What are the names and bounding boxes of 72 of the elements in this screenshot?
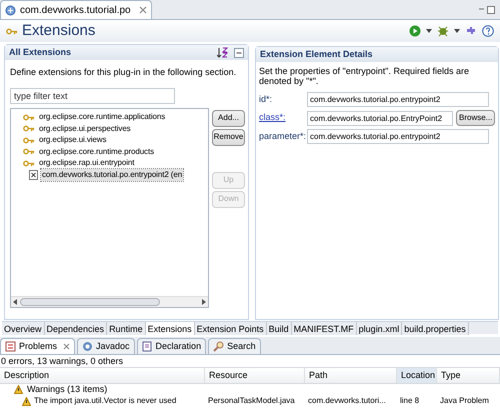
collapse-all-icon[interactable]: [234, 48, 244, 58]
page-tab[interactable]: Extension Points: [194, 322, 267, 335]
text-field[interactable]: com.devworks.tutorial.po.EntryPoint2: [307, 110, 453, 126]
page-tab[interactable]: Runtime: [107, 322, 146, 335]
field-label: parameter*:: [259, 130, 305, 143]
bug-icon[interactable]: [437, 25, 449, 37]
circle-icon: [82, 341, 94, 352]
problems-summary: 0 errors, 13 warnings, 0 others: [0, 355, 124, 367]
section-description: Define extensions for this plug-in in the following section.: [10, 66, 238, 79]
run-icon[interactable]: [409, 25, 421, 37]
key-icon: [23, 125, 35, 132]
table-cell: PersonalTaskModel.java: [208, 395, 295, 407]
field-label: id*:: [259, 92, 274, 106]
table-cell: Java Problem: [440, 395, 489, 407]
key-icon: [23, 114, 35, 121]
key-icon: [23, 148, 35, 156]
page-tab[interactable]: MANIFEST.MF: [292, 322, 357, 335]
button[interactable]: Remove: [212, 128, 245, 146]
page-tab[interactable]: Build: [266, 322, 292, 335]
column-header[interactable]: Type: [437, 368, 500, 383]
column-header[interactable]: Resource: [205, 368, 305, 383]
warning-group[interactable]: Warnings (13 items): [27, 382, 108, 396]
filter-field[interactable]: type filter text: [10, 88, 175, 104]
view-tab[interactable]: Problems: [0, 338, 76, 354]
sort-icon[interactable]: [217, 47, 228, 58]
key-icon: [23, 160, 35, 167]
tree-item[interactable]: com.devworks.tutorial.po.entrypoint2 (en: [41, 168, 184, 181]
key-icon: [6, 28, 18, 34]
tree-item[interactable]: org.eclipse.core.runtime.applications: [38, 111, 166, 124]
view-tab[interactable]: Declaration: [136, 338, 206, 354]
page-tab[interactable]: build.properties: [402, 322, 469, 335]
plugin-icon: [5, 4, 16, 16]
tree-item[interactable]: org.eclipse.ui.perspectives: [38, 122, 132, 135]
close-icon[interactable]: [138, 6, 147, 14]
key-icon: [23, 136, 35, 144]
horizontal-scrollbar[interactable]: [11, 296, 208, 306]
scroll-right-icon[interactable]: [201, 298, 206, 304]
section-title: Extension Element Details: [260, 48, 373, 61]
editor-tab[interactable]: com.devworks.tutorial.po: [0, 0, 152, 19]
class-link[interactable]: class*:: [259, 111, 305, 125]
page-title: Extensions: [22, 20, 96, 41]
close-icon[interactable]: [63, 343, 70, 350]
column-header[interactable]: Description: [0, 368, 205, 383]
browse-button[interactable]: Browse...: [456, 110, 496, 126]
table-cell: The import java.util.Vector is never used: [34, 395, 176, 407]
page-tab[interactable]: Dependencies: [44, 322, 108, 335]
page-tab[interactable]: Extensions: [146, 322, 195, 335]
tree-item[interactable]: org.eclipse.rap.ui.entrypoint: [38, 157, 136, 170]
section-description: Set the properties of "entrypoint". Required fields are denoted by "*".: [259, 66, 470, 86]
view-tab[interactable]: Javadoc: [77, 338, 135, 354]
tree-item[interactable]: org.eclipse.ui.views: [38, 134, 108, 146]
page-tab[interactable]: Overview: [2, 322, 45, 335]
document-icon: [142, 341, 153, 352]
text-field[interactable]: com.devworks.tutorial.po.entrypoint2: [307, 129, 489, 144]
editor-tab-title: com.devworks.tutorial.po: [20, 4, 131, 18]
table-cell: com.devworks.tutori...: [308, 395, 386, 407]
minimize-maximize-icon[interactable]: [478, 6, 496, 15]
text-field[interactable]: com.devworks.tutorial.po.entrypoint2: [307, 92, 489, 107]
tree-item[interactable]: org.eclipse.core.runtime.products: [38, 146, 155, 158]
button[interactable]: Add...: [212, 110, 245, 126]
column-header[interactable]: Location: [397, 368, 437, 383]
problems-icon: [5, 341, 16, 352]
view-tab[interactable]: Search: [208, 338, 261, 354]
dropdown-caret-icon[interactable]: [454, 29, 460, 33]
table-cell: line 8: [400, 395, 420, 407]
section-title: All Extensions: [9, 46, 72, 59]
scroll-left-icon[interactable]: [13, 298, 18, 304]
dropdown-caret-icon[interactable]: [426, 29, 432, 33]
page-tab[interactable]: plugin.xml: [356, 322, 402, 335]
document-icon: [29, 170, 38, 180]
scrollbar-thumb[interactable]: [20, 298, 160, 306]
help-icon[interactable]: [482, 25, 494, 37]
